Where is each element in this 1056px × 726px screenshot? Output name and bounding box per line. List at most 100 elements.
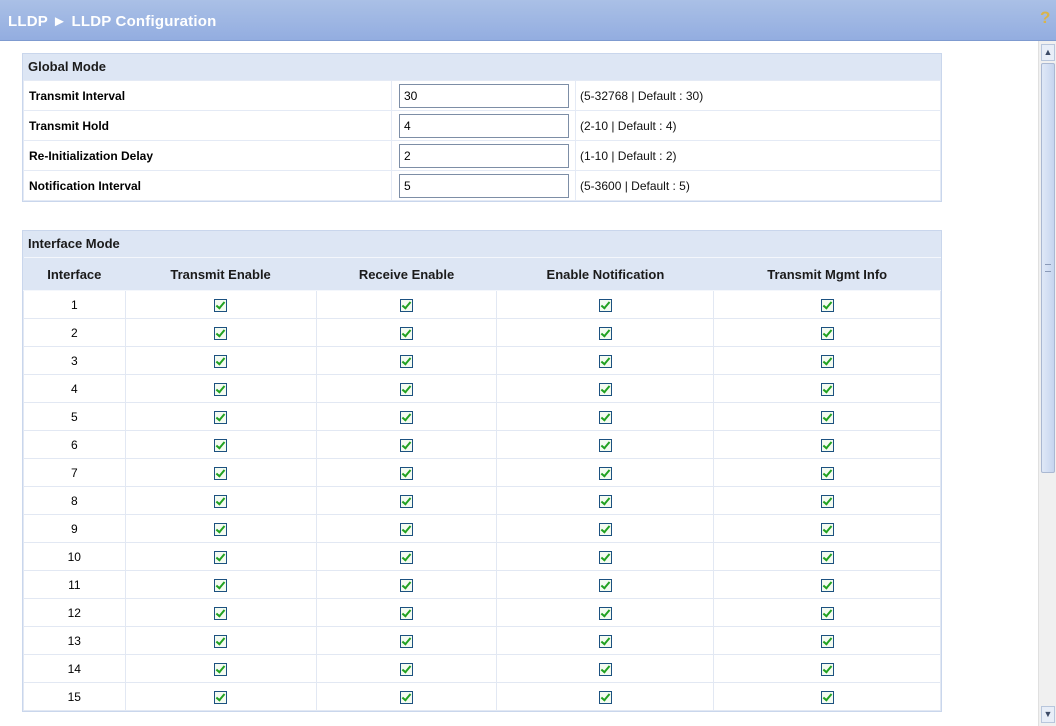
global-field-row: Transmit Hold (2-10 | Default : 4) — [23, 110, 941, 141]
transmit-enable-checkbox[interactable] — [214, 634, 228, 648]
transmit-enable-checkbox[interactable] — [214, 578, 228, 592]
help-icon[interactable]: ? — [1040, 9, 1054, 27]
field-input[interactable] — [399, 143, 569, 168]
receive-enable-checkbox[interactable] — [400, 606, 413, 620]
transmit-mgmt-info-checkbox[interactable] — [820, 438, 834, 452]
receive-enable-checkbox[interactable] — [400, 578, 413, 592]
table-row: 8 — [23, 486, 941, 515]
receive-enable-checkbox[interactable] — [400, 466, 413, 480]
field-input[interactable] — [399, 83, 569, 108]
field-input[interactable] — [399, 173, 569, 198]
enable-notification-checkbox[interactable] — [598, 494, 612, 508]
page-header: LLDP ► LLDP Configuration ? — [0, 0, 1056, 41]
receive-enable-checkbox[interactable] — [400, 550, 413, 564]
checkbox-cell — [713, 290, 941, 319]
field-range-hint: (5-3600 | Default : 5) — [575, 170, 941, 201]
column-header: Transmit Enable — [125, 257, 317, 291]
checkbox-cell — [496, 514, 715, 543]
table-row: 12 — [23, 598, 941, 627]
column-header: Receive Enable — [316, 257, 497, 291]
transmit-mgmt-info-checkbox[interactable] — [820, 382, 834, 396]
column-header: Interface — [23, 257, 126, 291]
enable-notification-checkbox[interactable] — [598, 438, 612, 452]
checkbox-cell — [124, 290, 317, 319]
receive-enable-checkbox[interactable] — [400, 690, 413, 704]
transmit-enable-checkbox[interactable] — [214, 606, 228, 620]
transmit-enable-checkbox[interactable] — [214, 662, 228, 676]
transmit-enable-checkbox[interactable] — [214, 466, 228, 480]
enable-notification-checkbox[interactable] — [598, 606, 612, 620]
enable-notification-checkbox[interactable] — [598, 354, 612, 368]
transmit-enable-checkbox[interactable] — [214, 410, 228, 424]
transmit-mgmt-info-checkbox[interactable] — [820, 494, 834, 508]
transmit-mgmt-info-checkbox[interactable] — [820, 522, 834, 536]
enable-notification-checkbox[interactable] — [598, 522, 612, 536]
transmit-enable-checkbox[interactable] — [214, 522, 228, 536]
checkbox-cell — [713, 570, 941, 599]
receive-enable-checkbox[interactable] — [400, 410, 413, 424]
transmit-mgmt-info-checkbox[interactable] — [820, 606, 834, 620]
receive-enable-checkbox[interactable] — [400, 438, 413, 452]
checkbox-cell — [713, 486, 941, 515]
scroll-down-icon[interactable]: ▼ — [1041, 706, 1055, 723]
transmit-mgmt-info-checkbox[interactable] — [820, 550, 834, 564]
field-input-cell — [391, 110, 576, 141]
transmit-enable-checkbox[interactable] — [214, 326, 228, 340]
transmit-enable-checkbox[interactable] — [214, 354, 228, 368]
transmit-mgmt-info-checkbox[interactable] — [820, 578, 834, 592]
enable-notification-checkbox[interactable] — [598, 690, 612, 704]
checkbox-cell — [713, 542, 941, 571]
receive-enable-checkbox[interactable] — [400, 522, 413, 536]
scrollbar-thumb[interactable] — [1041, 63, 1055, 473]
transmit-mgmt-info-checkbox[interactable] — [820, 690, 834, 704]
receive-enable-checkbox[interactable] — [400, 662, 413, 676]
transmit-mgmt-info-checkbox[interactable] — [820, 634, 834, 648]
field-range-hint: (5-32768 | Default : 30) — [575, 80, 941, 111]
enable-notification-checkbox[interactable] — [598, 382, 612, 396]
enable-notification-checkbox[interactable] — [598, 550, 612, 564]
transmit-mgmt-info-checkbox[interactable] — [820, 410, 834, 424]
enable-notification-checkbox[interactable] — [598, 298, 612, 312]
checkbox-cell — [124, 374, 317, 403]
transmit-mgmt-info-checkbox[interactable] — [820, 662, 834, 676]
enable-notification-checkbox[interactable] — [598, 662, 612, 676]
interface-table: Interface Transmit Enable Receive Enable En… — [23, 257, 941, 711]
checkbox-cell — [713, 318, 941, 347]
transmit-enable-checkbox[interactable] — [214, 298, 228, 312]
enable-notification-checkbox[interactable] — [598, 410, 612, 424]
table-row: 13 — [23, 626, 941, 655]
checkbox-cell — [496, 654, 715, 683]
receive-enable-checkbox[interactable] — [400, 382, 413, 396]
transmit-mgmt-info-checkbox[interactable] — [820, 354, 834, 368]
enable-notification-checkbox[interactable] — [598, 326, 612, 340]
table-row: 4 — [23, 374, 941, 403]
receive-enable-checkbox[interactable] — [400, 494, 413, 508]
breadcrumb: LLDP ► LLDP Configuration — [8, 13, 217, 30]
interface-number: 4 — [23, 374, 126, 403]
receive-enable-checkbox[interactable] — [400, 326, 413, 340]
checkbox-cell — [496, 402, 715, 431]
receive-enable-checkbox[interactable] — [400, 634, 413, 648]
transmit-enable-checkbox[interactable] — [214, 494, 228, 508]
transmit-enable-checkbox[interactable] — [214, 438, 228, 452]
global-mode-table: Transmit Interval (5-32768 | Default : 30… — [23, 80, 941, 201]
transmit-enable-checkbox[interactable] — [214, 690, 228, 704]
vertical-scrollbar[interactable]: ▲ ▼ — [1038, 41, 1056, 726]
field-input[interactable] — [399, 113, 569, 138]
transmit-mgmt-info-checkbox[interactable] — [820, 326, 834, 340]
field-label: Notification Interval — [23, 170, 392, 201]
enable-notification-checkbox[interactable] — [598, 634, 612, 648]
receive-enable-checkbox[interactable] — [400, 354, 413, 368]
checkbox-cell — [124, 318, 317, 347]
interface-mode-title: Interface Mode — [28, 236, 120, 251]
transmit-enable-checkbox[interactable] — [214, 382, 228, 396]
enable-notification-checkbox[interactable] — [598, 578, 612, 592]
transmit-enable-checkbox[interactable] — [214, 550, 228, 564]
checkbox-cell — [315, 514, 498, 543]
enable-notification-checkbox[interactable] — [598, 466, 612, 480]
transmit-mgmt-info-checkbox[interactable] — [820, 298, 834, 312]
transmit-mgmt-info-checkbox[interactable] — [820, 466, 834, 480]
receive-enable-checkbox[interactable] — [400, 298, 413, 312]
scroll-up-icon[interactable]: ▲ — [1041, 44, 1055, 61]
checkbox-cell — [124, 486, 317, 515]
